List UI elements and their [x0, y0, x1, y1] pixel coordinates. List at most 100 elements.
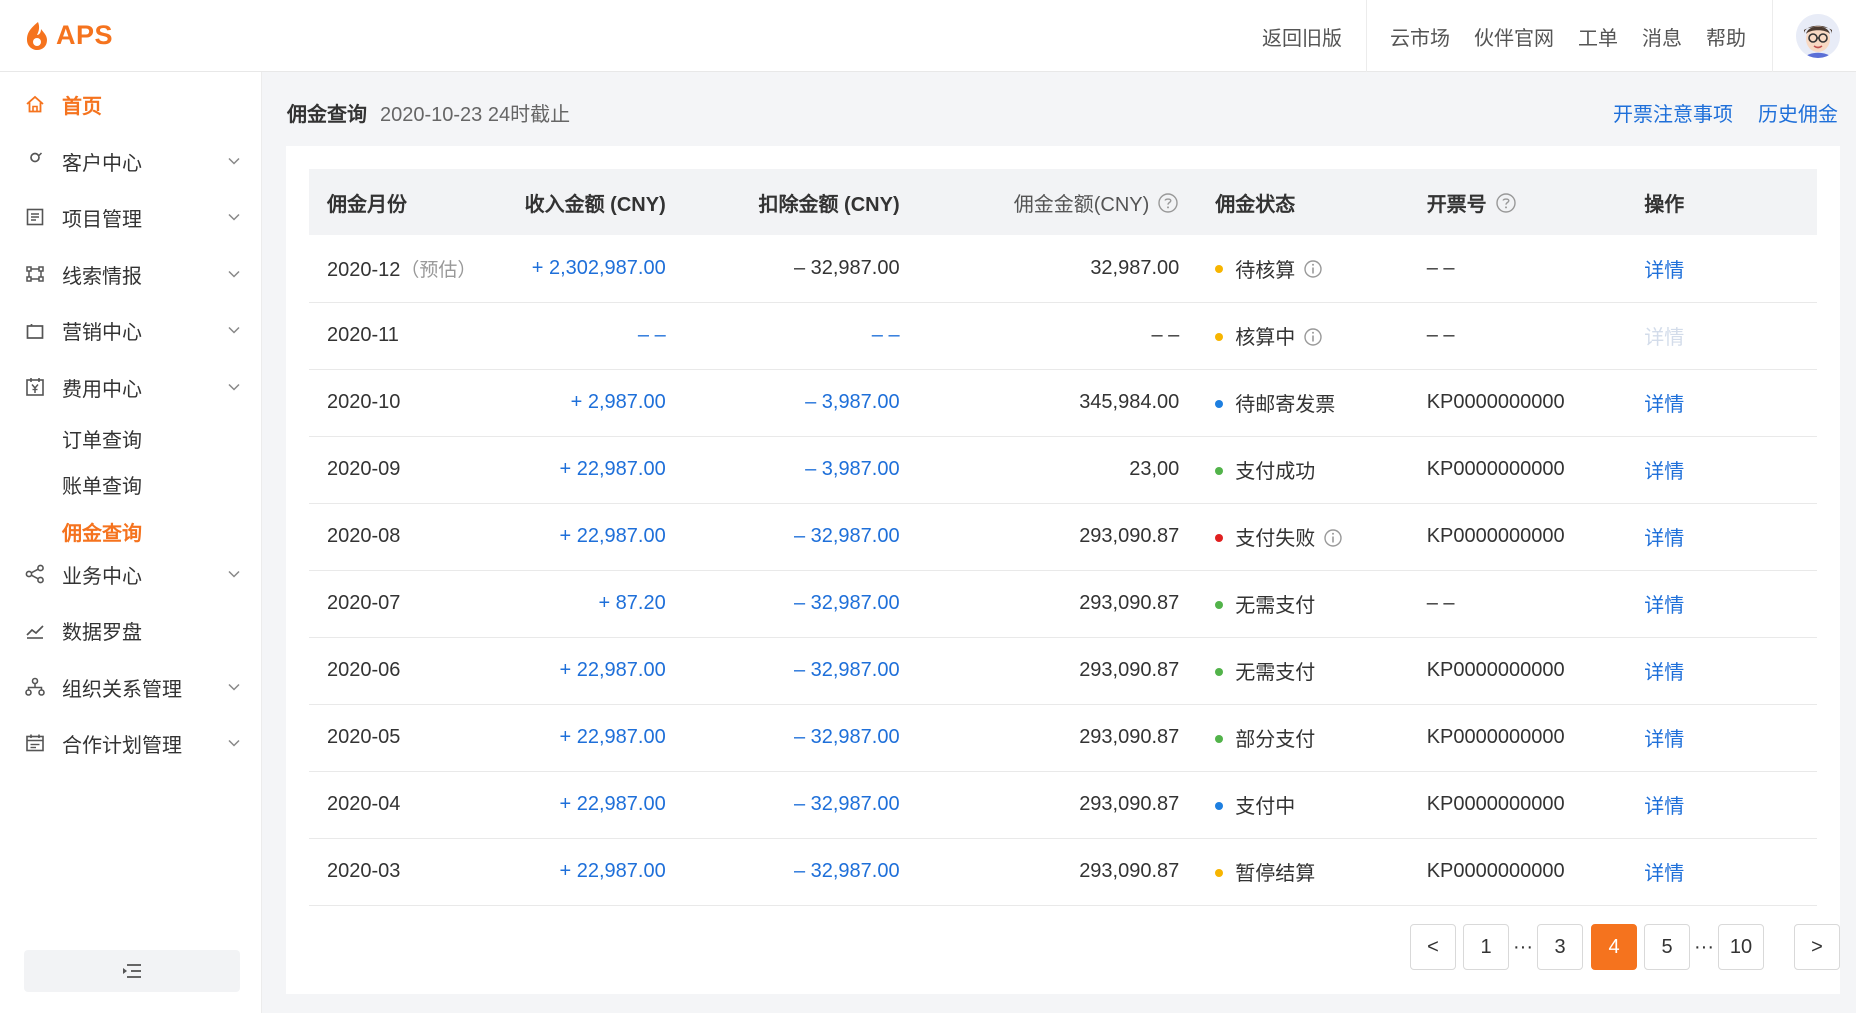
detail-link[interactable]: 详情	[1644, 394, 1684, 416]
sidebar-subitem[interactable]: 佣金查询	[62, 517, 142, 546]
question-circle-icon[interactable]	[1157, 192, 1179, 214]
info-circle-icon[interactable]	[1303, 327, 1323, 347]
sidebar-item[interactable]: 业务中心	[0, 552, 262, 596]
collapse-sidebar-button[interactable]	[24, 950, 240, 992]
month-cell: 2020-03	[309, 838, 495, 906]
status-label: 核算中	[1235, 327, 1296, 349]
sidebar-item[interactable]: 费用中心	[0, 365, 262, 409]
month-cell: 2020-05	[309, 704, 495, 772]
history-commission-link[interactable]: 历史佣金	[1758, 98, 1838, 127]
sidebar-item-label: 组织关系管理	[62, 678, 182, 701]
action-cell: 详情	[1626, 704, 1817, 772]
prev-page-button[interactable]: <	[1410, 924, 1456, 970]
top-link[interactable]: 伙伴官网	[1474, 22, 1554, 51]
detail-link[interactable]: 详情	[1644, 260, 1684, 282]
sidebar-item[interactable]: 组织关系管理	[0, 665, 262, 709]
action-cell: 详情	[1626, 637, 1817, 705]
page-button[interactable]: 10	[1718, 924, 1764, 970]
page-button[interactable]: 5	[1644, 924, 1690, 970]
month-cell: 2020-06	[309, 637, 495, 705]
back-to-old-version-label: 返回旧版	[1262, 27, 1342, 50]
commission-cell: 293,090.87	[917, 838, 1198, 906]
info-circle-icon[interactable]	[1323, 528, 1343, 548]
income-cell: + 22,987.00	[494, 771, 684, 839]
pagination-ellipsis[interactable]: ···	[1692, 924, 1716, 970]
commission-cell: – –	[917, 302, 1198, 370]
trend-chart-icon	[26, 625, 44, 639]
income-cell: + 87.20	[494, 570, 684, 638]
status-label: 支付失败	[1235, 528, 1316, 550]
detail-link[interactable]: 详情	[1644, 461, 1684, 483]
sidebar-item-label: 费用中心	[62, 378, 142, 401]
status-cell: 待邮寄发票	[1197, 369, 1409, 437]
col-invoice-label: 开票号	[1426, 193, 1487, 216]
sidebar-item[interactable]: 合作计划管理	[0, 721, 262, 765]
next-page-button[interactable]: >	[1794, 924, 1840, 970]
chevron-down-icon[interactable]	[226, 153, 242, 169]
avatar[interactable]	[1796, 14, 1840, 58]
detail-link[interactable]: 详情	[1644, 729, 1684, 751]
question-circle-icon[interactable]	[1495, 192, 1517, 214]
back-to-old-version-link[interactable]: 返回旧版	[1262, 0, 1342, 72]
brand-name: APS	[56, 20, 114, 50]
chevron-down-icon[interactable]	[226, 566, 242, 582]
calendar-icon	[26, 734, 44, 752]
status-dot	[1215, 399, 1224, 408]
page-button[interactable]: 3	[1537, 924, 1583, 970]
sidebar-item-label: 合作计划管理	[62, 734, 182, 757]
chevron-down-icon[interactable]	[226, 379, 242, 395]
sidebar-item[interactable]: 数据罗盘	[0, 608, 262, 652]
top-bar: APS 返回旧版 云市场 伙伴官网 工单 消息 帮助	[0, 0, 1856, 72]
page-button[interactable]: 4	[1591, 924, 1637, 970]
status-label: 部分支付	[1235, 729, 1316, 751]
brand-logo[interactable]: APS	[24, 20, 113, 51]
deduct-cell: – –	[683, 302, 918, 370]
action-cell: 详情	[1626, 235, 1817, 303]
status-dot	[1215, 667, 1224, 676]
invoice-notes-link[interactable]: 开票注意事项	[1613, 98, 1733, 127]
info-circle-icon[interactable]	[1303, 259, 1323, 279]
chevron-down-icon[interactable]	[226, 322, 242, 338]
top-link[interactable]: 云市场	[1390, 22, 1450, 51]
status-dot	[1215, 868, 1224, 877]
top-link[interactable]: 工单	[1578, 22, 1618, 51]
table-row: 2020-03 + 22,987.00– 32,987.00 293,090.87 暂…	[309, 838, 1817, 906]
chevron-down-icon[interactable]	[226, 679, 242, 695]
invoice-cell: KP0000000000	[1408, 771, 1627, 839]
invoice-cell: – –	[1408, 570, 1627, 638]
page-subtitle: 2020-10-23 24时截止	[380, 104, 571, 126]
deduct-cell: – 32,987.00	[683, 637, 918, 705]
status-dot	[1215, 600, 1224, 609]
detail-link[interactable]: 详情	[1644, 863, 1684, 885]
chevron-down-icon[interactable]	[226, 735, 242, 751]
pagination-ellipsis[interactable]: ···	[1511, 924, 1535, 970]
sidebar-item[interactable]: 线索情报	[0, 252, 262, 296]
month-value: 2020-11	[327, 324, 399, 346]
sidebar-item-label: 首页	[62, 95, 102, 118]
sidebar-subitem[interactable]: 订单查询	[62, 424, 142, 453]
sidebar-item[interactable]: 首页	[0, 82, 262, 126]
sidebar-item[interactable]: 项目管理	[0, 195, 262, 239]
detail-link[interactable]: 详情	[1644, 528, 1684, 550]
list-icon	[26, 208, 44, 226]
commission-cell: 293,090.87	[917, 771, 1198, 839]
table-row: 2020-07 + 87.20– 32,987.00 293,090.87 无需支付 –…	[309, 570, 1817, 638]
page-title: 佣金查询	[287, 104, 367, 126]
detail-link[interactable]: 详情	[1644, 595, 1684, 617]
detail-link[interactable]: 详情	[1644, 796, 1684, 818]
chevron-down-icon[interactable]	[226, 209, 242, 225]
sidebar-item[interactable]: 营销中心	[0, 308, 262, 352]
top-link[interactable]: 消息	[1642, 22, 1682, 51]
sidebar-subitem[interactable]: 账单查询	[62, 470, 142, 499]
sidebar-item[interactable]: 客户中心	[0, 139, 262, 183]
detail-link[interactable]: 详情	[1644, 662, 1684, 684]
yen-icon	[26, 378, 44, 396]
page-button[interactable]: 1	[1463, 924, 1509, 970]
sidebar-item-label: 线索情报	[62, 265, 142, 288]
col-month: 佣金月份	[309, 169, 495, 235]
top-link[interactable]: 帮助	[1706, 22, 1746, 51]
invoice-cell: KP0000000000	[1408, 637, 1627, 705]
status-cell: 支付失败	[1197, 503, 1409, 571]
status-label: 暂停结算	[1235, 863, 1316, 885]
chevron-down-icon[interactable]	[226, 266, 242, 282]
